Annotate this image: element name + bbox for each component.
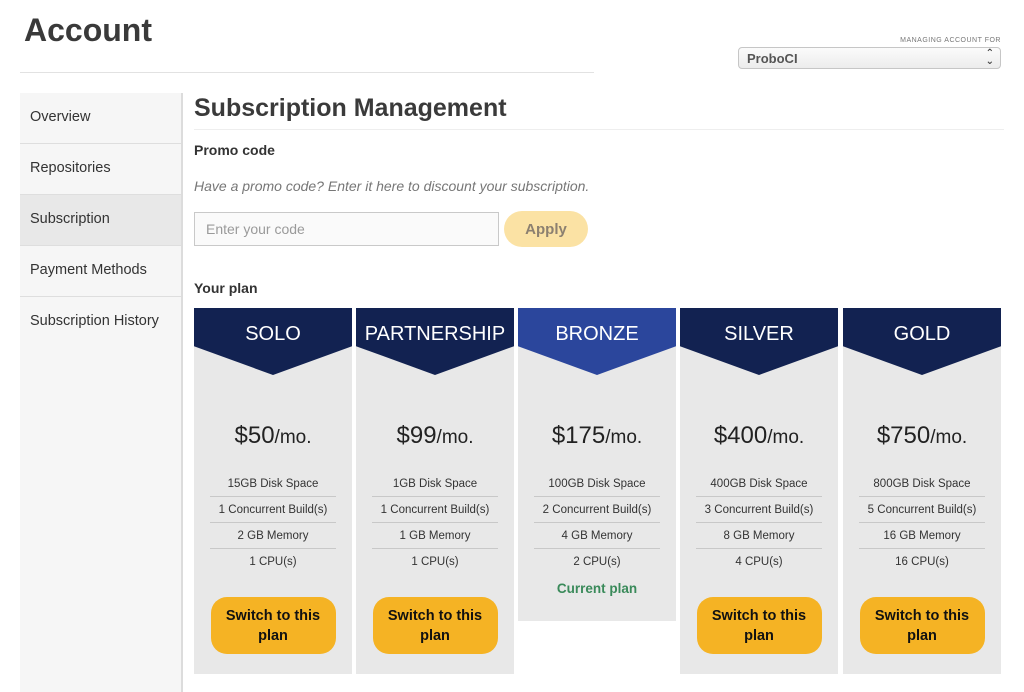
section-title: Subscription Management: [194, 94, 507, 122]
managing-account-label: MANAGING ACCOUNT FOR: [900, 37, 1001, 44]
feature-cpu: 1 CPU(s): [411, 556, 459, 568]
feature-builds: 1 Concurrent Build(s): [372, 497, 498, 523]
feature-list: 400GB Disk Space 3 Concurrent Build(s) 8…: [696, 471, 822, 575]
account-select-value: ProboCI: [747, 51, 798, 66]
price-period: /mo.: [605, 427, 643, 448]
page-title: Account: [24, 12, 152, 48]
sidebar-item-repositories[interactable]: Repositories: [20, 144, 181, 195]
plan-card-gold: GOLD $750/mo. 800GB Disk Space 5 Concurr…: [843, 308, 1001, 674]
promo-heading: Promo code: [194, 142, 275, 158]
switch-plan-button-gold[interactable]: Switch to this plan: [859, 597, 985, 654]
promo-code-input[interactable]: [194, 212, 499, 246]
section-divider: [194, 129, 1004, 130]
sidebar-item-label: Overview: [30, 109, 91, 125]
plan-name: SILVER: [724, 323, 794, 345]
sidebar-item-label: Subscription: [30, 211, 110, 227]
feature-disk: 800GB Disk Space: [859, 471, 985, 497]
sidebar-item-subscription-history[interactable]: Subscription History: [20, 297, 181, 348]
feature-disk: 1GB Disk Space: [372, 471, 498, 497]
promo-help-text: Have a promo code? Enter it here to disc…: [194, 178, 590, 194]
price-period: /mo.: [930, 427, 968, 448]
plan-banner: SILVER: [680, 308, 838, 375]
plan-card-bronze: BRONZE $175/mo. 100GB Disk Space 2 Concu…: [518, 308, 676, 621]
plan-banner: BRONZE: [518, 308, 676, 375]
price-period: /mo.: [767, 427, 805, 448]
plan-heading: Your plan: [194, 280, 258, 296]
feature-cpu: 16 CPU(s): [895, 556, 949, 568]
price-amount: $50: [234, 422, 275, 449]
price-period: /mo.: [436, 427, 474, 448]
plan-price: $750/mo.: [843, 422, 1001, 450]
price-amount: $175: [551, 422, 606, 449]
plan-card-solo: SOLO $50/mo. 15GB Disk Space 1 Concurren…: [194, 308, 352, 674]
sidebar-item-overview[interactable]: Overview: [20, 93, 181, 144]
sidebar-item-label: Repositories: [30, 160, 111, 176]
plan-price: $400/mo.: [680, 422, 838, 450]
account-select[interactable]: ProboCI ⌃ ⌄: [738, 47, 1001, 69]
plan-price: $175/mo.: [518, 422, 676, 450]
feature-list: 800GB Disk Space 5 Concurrent Build(s) 1…: [859, 471, 985, 575]
feature-list: 100GB Disk Space 2 Concurrent Build(s) 4…: [534, 471, 660, 575]
price-amount: $750: [876, 422, 931, 449]
feature-memory: 4 GB Memory: [534, 523, 660, 549]
plan-price: $50/mo.: [194, 422, 352, 450]
feature-builds: 2 Concurrent Build(s): [534, 497, 660, 523]
plan-name: GOLD: [893, 323, 951, 345]
feature-cpu: 4 CPU(s): [735, 556, 783, 568]
feature-memory: 8 GB Memory: [696, 523, 822, 549]
feature-memory: 1 GB Memory: [372, 523, 498, 549]
plan-name: PARTNERSHIP: [364, 323, 506, 345]
plan-name: SOLO: [245, 323, 301, 345]
feature-builds: 3 Concurrent Build(s): [696, 497, 822, 523]
current-plan-label: Current plan: [556, 581, 638, 596]
feature-disk: 100GB Disk Space: [534, 471, 660, 497]
apply-button[interactable]: Apply: [504, 211, 588, 247]
plan-card-silver: SILVER $400/mo. 400GB Disk Space 3 Concu…: [680, 308, 838, 674]
feature-cpu: 1 CPU(s): [249, 556, 297, 568]
switch-plan-button-silver[interactable]: Switch to this plan: [696, 597, 822, 654]
plan-price: $99/mo.: [356, 422, 514, 450]
feature-builds: 1 Concurrent Build(s): [210, 497, 336, 523]
switch-plan-button-solo[interactable]: Switch to this plan: [210, 597, 336, 654]
price-amount: $400: [713, 422, 768, 449]
plan-name: BRONZE: [555, 323, 639, 345]
price-amount: $99: [396, 422, 437, 449]
title-divider: [20, 72, 594, 73]
plan-banner: GOLD: [843, 308, 1001, 375]
sidebar-item-label: Payment Methods: [30, 262, 147, 278]
plan-banner: SOLO: [194, 308, 352, 375]
sidebar-item-payment-methods[interactable]: Payment Methods: [20, 246, 181, 297]
price-period: /mo.: [274, 427, 312, 448]
plan-banner: PARTNERSHIP: [356, 308, 514, 375]
feature-list: 1GB Disk Space 1 Concurrent Build(s) 1 G…: [372, 471, 498, 575]
feature-disk: 15GB Disk Space: [210, 471, 336, 497]
sidebar: Overview Repositories Subscription Payme…: [20, 93, 183, 692]
feature-builds: 5 Concurrent Build(s): [859, 497, 985, 523]
select-arrows-icon: ⌃ ⌄: [985, 48, 994, 67]
feature-disk: 400GB Disk Space: [696, 471, 822, 497]
switch-plan-button-partnership[interactable]: Switch to this plan: [372, 597, 498, 654]
feature-memory: 2 GB Memory: [210, 523, 336, 549]
feature-memory: 16 GB Memory: [859, 523, 985, 549]
plan-card-partnership: PARTNERSHIP $99/mo. 1GB Disk Space 1 Con…: [356, 308, 514, 674]
sidebar-item-label: Subscription History: [30, 313, 159, 329]
feature-cpu: 2 CPU(s): [573, 556, 621, 568]
feature-list: 15GB Disk Space 1 Concurrent Build(s) 2 …: [210, 471, 336, 575]
sidebar-item-subscription[interactable]: Subscription: [20, 195, 181, 246]
